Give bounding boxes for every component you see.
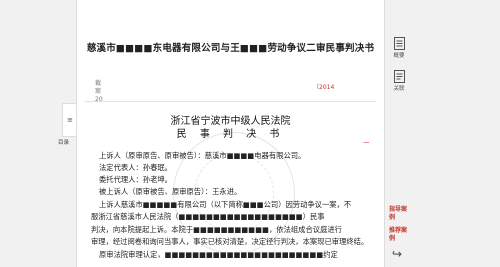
paragraph: 上诉人（原审原告、原审被告）：慈溪市■■■■电器有限公司。 bbox=[99, 151, 306, 160]
related-icon bbox=[393, 70, 405, 83]
case-number-mark: 一 bbox=[363, 139, 370, 147]
paragraph: 审理，经过阅卷和询问当事人，事实已核对清楚，决定径行判决，本案现已审理终结。 bbox=[91, 237, 369, 246]
toc-tab[interactable]: ≡ bbox=[62, 103, 77, 137]
related-button[interactable]: 关联 bbox=[391, 70, 407, 92]
guiding-case-link[interactable]: 指导案例 bbox=[389, 206, 411, 222]
document-page: 慈溪市■■■■东电器有限公司与王■■■劳动争议二审民事判决书 裁 案 20 （2… bbox=[76, 0, 385, 267]
paragraph: 原审法院审理认定，■■■■■■■■■■■■■■■■■■■■■■■约定 bbox=[99, 250, 338, 259]
summary-button[interactable]: 概要 bbox=[391, 37, 407, 59]
paragraph: 委托代理人：孙老坤。 bbox=[99, 175, 172, 184]
document-type: 民 事 判 决 书 bbox=[176, 129, 285, 140]
summary-icon bbox=[393, 37, 405, 50]
divider bbox=[85, 101, 376, 102]
paragraph: 法定代表人：孙春珉。 bbox=[99, 163, 172, 172]
share-icon[interactable]: ↪ bbox=[392, 247, 402, 261]
page-title: 慈溪市■■■■东电器有限公司与王■■■劳动争议二审民事判决书 bbox=[86, 43, 375, 54]
paragraph: 被上诉人（原审被告、原审原告）：王永进。 bbox=[99, 187, 242, 196]
toc-label: 目录 bbox=[58, 140, 70, 146]
paragraph: 判决，向本院提起上诉。本院于■■■■■■■■■■■，依法组成合议庭进行 bbox=[91, 225, 342, 234]
paragraph: 上诉人慈溪市■■■■■有限公司（以下简称■■■公司）因劳动争议一案，不 bbox=[99, 200, 352, 209]
paragraph: 服浙江省慈溪市人民法院（■■■■■■■■■■■■■■■■■■）民事 bbox=[91, 212, 325, 221]
meta-label-2: 案 bbox=[95, 88, 102, 95]
summary-label: 概要 bbox=[393, 53, 405, 59]
meta-value-3: （2014 bbox=[313, 84, 335, 91]
related-label: 关联 bbox=[393, 86, 405, 92]
recommended-case-link[interactable]: 推荐案例 bbox=[389, 227, 411, 243]
